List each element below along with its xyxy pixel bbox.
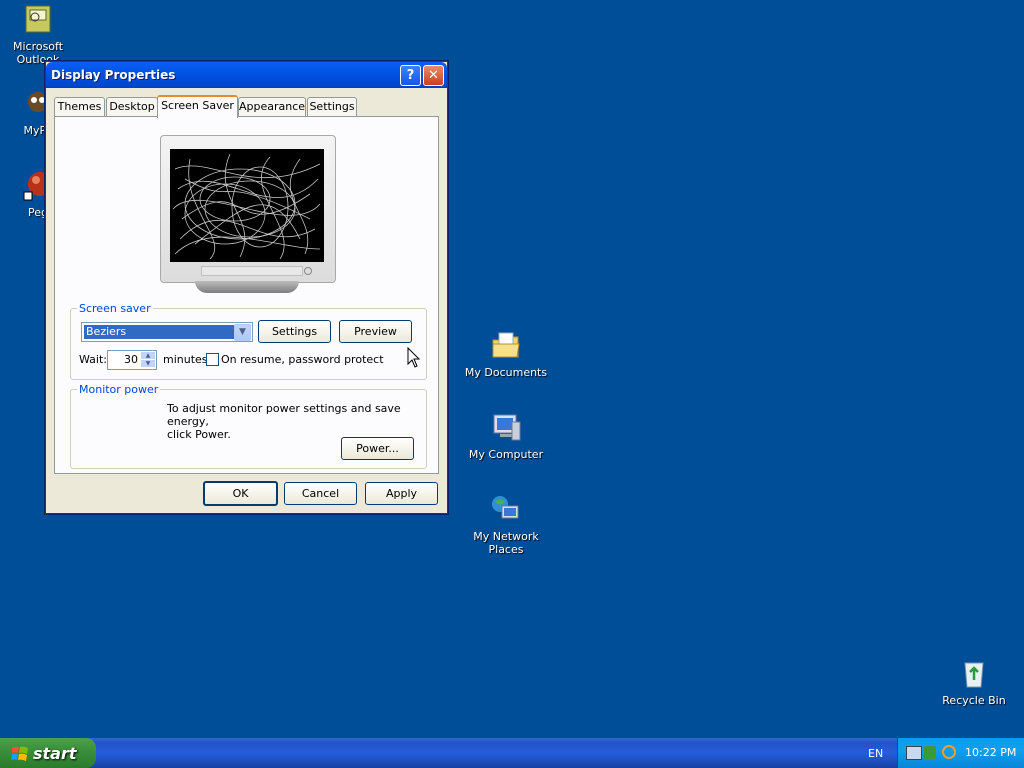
tab-appearance[interactable]: Appearance [238, 97, 306, 116]
clock[interactable]: 10:22 PM [965, 746, 1016, 759]
folder-icon [490, 330, 522, 362]
monitor-preview [160, 135, 338, 297]
recycle-bin-icon [958, 658, 990, 690]
settings-button[interactable]: Settings [258, 320, 331, 343]
tab-themes[interactable]: Themes [54, 97, 105, 116]
desktop-icon-outlook[interactable]: Microsoft Outlook [0, 4, 86, 66]
outlook-icon [22, 4, 54, 36]
title-bar[interactable]: Display Properties ? ✕ [46, 62, 447, 88]
minutes-label: minutes [163, 353, 208, 366]
desktop-icon-label: Recycle Bin [942, 694, 1006, 707]
beziers-preview-graphic [172, 153, 321, 260]
monitor-power-text-line1: To adjust monitor power settings and sav… [167, 402, 401, 428]
search-tray-icon[interactable] [942, 745, 956, 759]
chevron-down-icon[interactable]: ▼ [234, 324, 251, 341]
start-button[interactable]: start [0, 738, 96, 768]
tab-panel: Screen saver Beziers ▼ Settings Preview … [54, 116, 439, 474]
screen-saver-preview [170, 149, 324, 262]
help-button[interactable]: ? [400, 65, 421, 86]
monitor-stand [195, 281, 299, 293]
close-button[interactable]: ✕ [423, 65, 444, 86]
power-led-icon [304, 267, 312, 275]
language-indicator[interactable]: EN [868, 747, 883, 760]
network-tray-icon[interactable] [906, 746, 922, 760]
cancel-button[interactable]: Cancel [284, 482, 357, 505]
screen-saver-group: Screen saver Beziers ▼ Settings Preview … [70, 302, 427, 380]
start-label: start [33, 744, 77, 763]
monitor-power-group: Monitor power To adjust monitor power se… [70, 383, 427, 469]
desktop-icon-label: My Network Places [473, 530, 539, 556]
monitor-power-description: To adjust monitor power settings and sav… [167, 402, 426, 441]
windows-logo-icon [11, 746, 28, 761]
desktop-icon-my-network-places[interactable]: My Network Places [458, 494, 554, 556]
spin-up-icon[interactable]: ▲ [141, 352, 155, 359]
close-icon: ✕ [428, 68, 439, 83]
mouse-cursor-icon [407, 347, 421, 368]
ok-button[interactable]: OK [203, 481, 278, 506]
desktop-icon-recycle-bin[interactable]: Recycle Bin [926, 658, 1022, 707]
screen-saver-selected-value: Beziers [84, 325, 236, 339]
computer-icon [490, 412, 522, 444]
screen-saver-select[interactable]: Beziers ▼ [81, 322, 253, 342]
screen-saver-group-label: Screen saver [77, 302, 153, 315]
wait-minutes-value: 30 [124, 353, 138, 366]
password-protect-checkbox[interactable] [206, 353, 219, 366]
desktop-icon-my-documents[interactable]: My Documents [458, 330, 554, 379]
desktop-icon-my-computer[interactable]: My Computer [458, 412, 554, 461]
security-tray-icon[interactable] [924, 746, 936, 759]
display-properties-window: Display Properties ? ✕ Themes Desktop Sc… [45, 61, 448, 514]
network-icon [490, 494, 522, 526]
question-icon: ? [406, 68, 415, 83]
monitor-case [160, 135, 336, 283]
password-protect-label[interactable]: On resume, password protect [221, 353, 384, 366]
preview-button[interactable]: Preview [339, 320, 412, 343]
wait-minutes-stepper[interactable]: 30 ▲ ▼ [107, 350, 157, 370]
tab-settings[interactable]: Settings [307, 97, 357, 116]
system-tray: 10:22 PM [897, 738, 1024, 768]
monitor-power-group-label: Monitor power [77, 383, 161, 396]
spin-down-icon[interactable]: ▼ [141, 360, 155, 367]
window-title: Display Properties [51, 68, 176, 82]
power-button[interactable]: Power... [341, 437, 414, 460]
wait-label: Wait: [79, 353, 107, 366]
desktop-icon-label: My Computer [468, 448, 544, 461]
apply-button[interactable]: Apply [365, 482, 438, 505]
taskbar: start EN 10:22 PM [0, 738, 1024, 768]
tab-desktop[interactable]: Desktop [106, 97, 158, 116]
tab-screen-saver[interactable]: Screen Saver [157, 95, 238, 118]
desktop-icon-label: My Documents [464, 366, 548, 379]
